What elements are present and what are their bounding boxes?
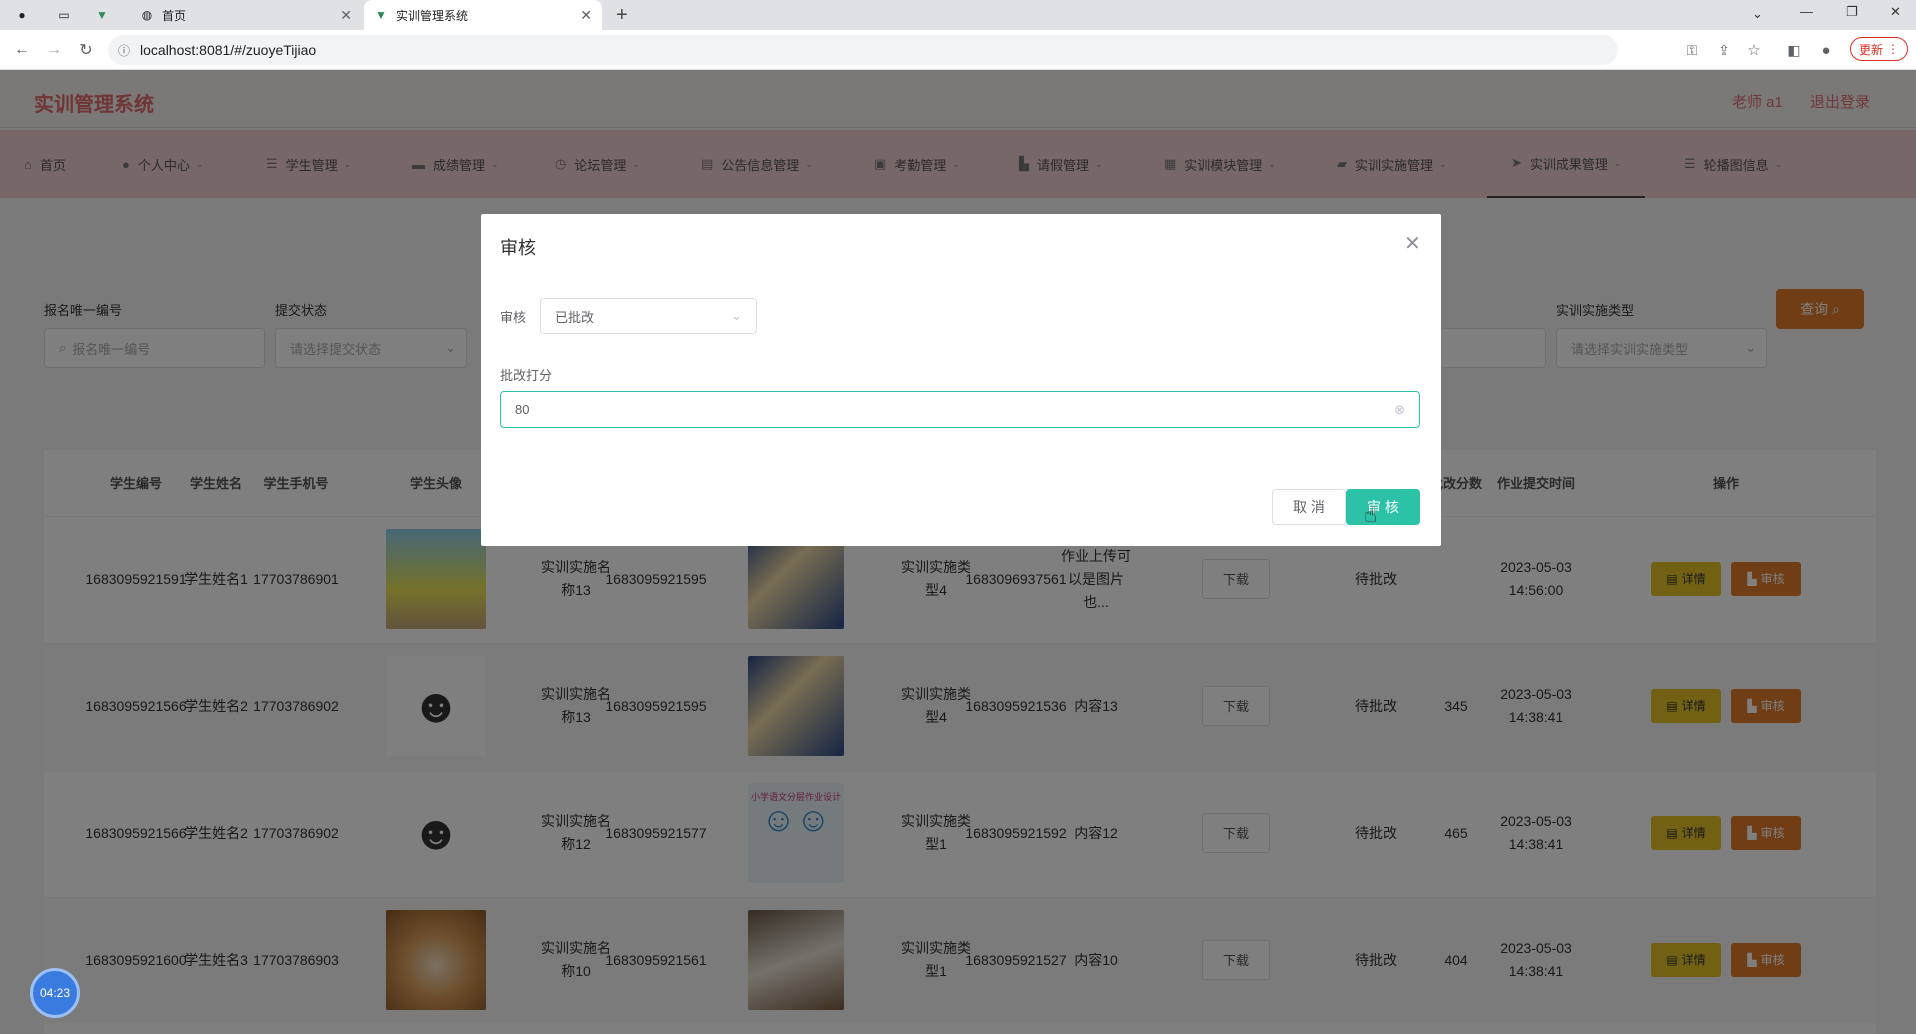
audit-select[interactable]: 已批改 ⌄: [540, 298, 757, 334]
key-icon[interactable]: ⚿: [1680, 38, 1704, 62]
github-icon: ●: [18, 8, 26, 22]
share-icon[interactable]: ⇪: [1712, 38, 1736, 62]
sidepanel-icon[interactable]: ◧: [1782, 38, 1806, 62]
audit-select-value: 已批改: [555, 309, 595, 325]
vue-icon: ▼: [375, 8, 387, 22]
score-input-value: 80: [515, 402, 530, 417]
score-field-label: 批改打分: [500, 368, 553, 383]
cancel-button[interactable]: 取 消: [1272, 489, 1346, 525]
minimize-icon[interactable]: —: [1800, 4, 1813, 19]
timer-badge: 04:23: [30, 968, 80, 1018]
star-icon[interactable]: ☆: [1742, 38, 1766, 62]
dialog-title: 审核: [500, 238, 536, 258]
info-icon: ⓘ: [118, 43, 131, 58]
profile-icon[interactable]: ●: [1814, 38, 1838, 62]
back-icon[interactable]: ←: [10, 38, 34, 62]
browser-tab-blank[interactable]: ▭: [50, 0, 86, 30]
browser-tab-vue[interactable]: ▼: [88, 0, 124, 30]
address-bar[interactable]: ⓘ localhost:8081/#/zuoyeTijiao: [108, 35, 1618, 65]
clear-icon[interactable]: ⊗: [1394, 402, 1405, 418]
score-input[interactable]: 80 ⊗: [500, 391, 1420, 428]
vue-icon: ▼: [96, 8, 108, 22]
restore-icon[interactable]: ❐: [1846, 4, 1858, 20]
browser-tab-github[interactable]: ●: [8, 0, 44, 30]
confirm-audit-button[interactable]: 审 核: [1346, 489, 1420, 525]
tab-search-icon[interactable]: ⌄: [1752, 6, 1763, 22]
browser-tab-label: 实训管理系统: [396, 8, 469, 23]
close-icon[interactable]: ✕: [580, 7, 592, 24]
new-tab-icon[interactable]: +: [616, 4, 628, 27]
forward-icon[interactable]: →: [42, 38, 66, 62]
update-button[interactable]: 更新 ⋮: [1850, 37, 1908, 61]
close-icon[interactable]: ✕: [1404, 231, 1421, 256]
globe-icon: ◍: [141, 8, 153, 22]
chevron-down-icon: ⌄: [731, 308, 742, 323]
browser-tab-home[interactable]: ◍ 首页 ✕: [130, 0, 362, 30]
browser-tab-label: 首页: [162, 8, 187, 23]
update-label: 更新: [1858, 42, 1883, 57]
audit-field-label: 审核: [500, 310, 527, 325]
blank-page-icon: ▭: [58, 8, 70, 22]
close-icon[interactable]: ✕: [340, 7, 352, 24]
url-text: localhost:8081/#/zuoyeTijiao: [140, 42, 317, 58]
hand-cursor-icon: ☝: [1364, 502, 1378, 527]
browser-tab-active[interactable]: ▼ 实训管理系统 ✕: [364, 0, 602, 30]
address-toolbar: ← → ↻ ⓘ localhost:8081/#/zuoyeTijiao ⚿ ⇪…: [0, 30, 1916, 70]
reload-icon[interactable]: ↻: [74, 38, 98, 62]
window-close-icon[interactable]: ✕: [1890, 4, 1901, 20]
